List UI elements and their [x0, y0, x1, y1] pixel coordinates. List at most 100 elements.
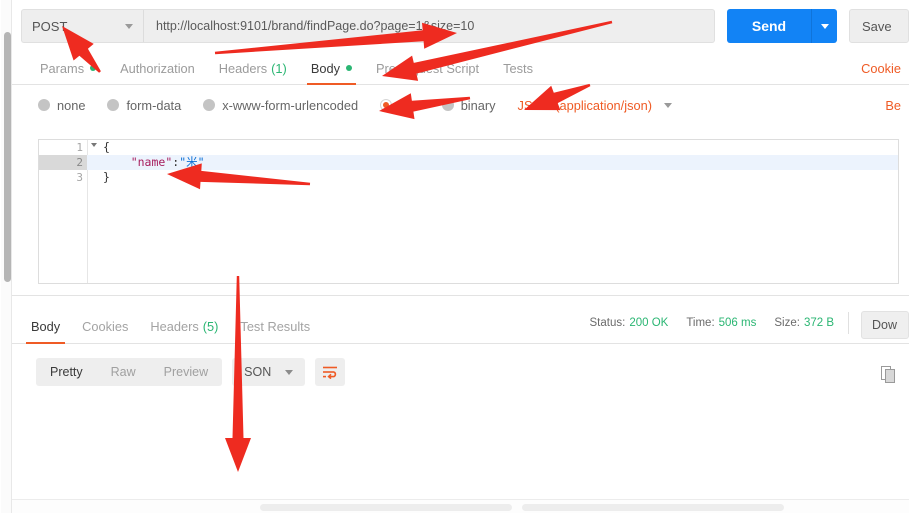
size-label: Size: [774, 317, 800, 329]
view-mode-preview[interactable]: Preview [150, 358, 222, 386]
size-value: 372 B [803, 317, 834, 329]
response-pane: Body Cookies Headers (5) Test Results St… [12, 296, 909, 513]
time-label: Time: [686, 317, 715, 329]
response-tab-body-label: Body [31, 319, 61, 334]
response-view-mode-group: Pretty Raw Preview [36, 358, 223, 386]
content-type-label: JSON (application/json) [517, 97, 652, 113]
save-button[interactable]: Save [849, 9, 909, 43]
response-format-label: SON [244, 365, 272, 379]
code-text: } [87, 170, 898, 185]
cookies-link[interactable]: Cookie [861, 61, 901, 76]
radio-icon [203, 99, 216, 111]
line-number: 1 [39, 140, 97, 155]
response-tab-headers-count: (5) [202, 319, 219, 334]
download-button[interactable]: Dow [861, 311, 909, 339]
tab-tests[interactable]: Tests [491, 52, 545, 84]
tab-pre-request-script[interactable]: Pre-request Script [364, 52, 491, 84]
tab-body[interactable]: Body [299, 52, 364, 85]
response-tab-test-results[interactable]: Test Results [229, 310, 321, 343]
radio-selected-icon [380, 99, 393, 111]
chevron-down-icon [820, 23, 829, 29]
status-dot-icon [345, 65, 352, 71]
request-url-input[interactable]: http://localhost:9101/brand/findPage.do?… [143, 9, 715, 43]
body-type-none[interactable]: none [38, 98, 85, 113]
tab-headers-label: Headers [218, 60, 268, 76]
body-type-form-data[interactable]: form-data [107, 98, 181, 113]
postman-window: POST http://localhost:9101/brand/findPag… [0, 0, 909, 513]
time-badge: Time: 506 ms [682, 317, 756, 329]
tab-tests-label: Tests [503, 60, 533, 76]
view-mode-pretty[interactable]: Pretty [36, 358, 97, 386]
word-wrap-button[interactable] [315, 358, 346, 386]
fold-toggle-icon[interactable] [91, 143, 97, 147]
request-pane: POST http://localhost:9101/brand/findPag… [12, 0, 909, 296]
body-type-raw-label: raw [399, 97, 420, 113]
url-bar: POST http://localhost:9101/brand/findPag… [12, 0, 909, 52]
code-token: "米" [179, 155, 205, 169]
chevron-down-icon [285, 369, 294, 375]
body-type-binary-label: binary [460, 97, 496, 113]
tab-pre-request-script-label: Pre-request Script [375, 60, 480, 76]
code-token: } [103, 170, 110, 184]
tab-headers-count: (1) [271, 60, 287, 76]
scrollbar-thumb[interactable] [260, 504, 512, 511]
copy-button[interactable] [881, 366, 897, 384]
response-tab-headers[interactable]: Headers (5) [139, 310, 229, 343]
tab-authorization-label: Authorization [120, 60, 195, 76]
body-type-radio-group: none form-data x-www-form-urlencoded raw… [12, 85, 909, 125]
app-vertical-scrollbar[interactable] [1, 0, 12, 513]
chevron-down-icon [663, 102, 672, 108]
request-tabs: Params Authorization Headers (1) Body Pr… [12, 52, 909, 85]
line-number: 3 [76, 171, 83, 184]
word-wrap-icon [323, 366, 338, 379]
size-badge: Size: 372 B [770, 317, 834, 329]
response-tab-body[interactable]: Body [20, 310, 71, 344]
response-toolbar: Pretty Raw Preview SON [12, 352, 909, 392]
body-type-urlencoded[interactable]: x-www-form-urlencoded [203, 98, 358, 113]
radio-icon [107, 99, 120, 111]
content-type-select[interactable]: JSON (application/json) [518, 98, 672, 113]
send-button[interactable]: Send [727, 9, 811, 43]
code-text: { [87, 140, 898, 155]
status-badge: Status: 200 OK [586, 317, 669, 329]
body-type-none-label: none [57, 97, 86, 113]
body-type-binary[interactable]: binary [441, 97, 496, 113]
response-tab-headers-label: Headers [150, 319, 199, 334]
request-body-code[interactable]: 1{2 "name":"米" 3} [39, 140, 898, 185]
beautify-link[interactable]: Be [885, 98, 901, 113]
tab-params-label: Params [40, 60, 85, 76]
line-number: 2 [39, 155, 87, 170]
status-value: 200 OK [629, 317, 669, 329]
radio-icon [441, 99, 454, 111]
request-body-editor[interactable]: 1{2 "name":"米" 3} [38, 139, 899, 284]
body-type-form-data-label: form-data [126, 97, 182, 113]
tab-authorization[interactable]: Authorization [108, 52, 207, 84]
radio-icon [38, 99, 50, 111]
code-token: { [103, 140, 110, 154]
code-text: "name":"米" [87, 155, 898, 170]
status-dot-icon [90, 65, 97, 71]
body-type-raw[interactable]: raw [380, 98, 420, 113]
time-value: 506 ms [718, 317, 757, 329]
http-method-select[interactable]: POST [21, 9, 143, 43]
tab-headers[interactable]: Headers (1) [207, 52, 299, 84]
code-token: "name" [130, 155, 173, 169]
response-tab-test-results-label: Test Results [240, 319, 311, 334]
code-line[interactable]: 2 "name":"米" [39, 155, 898, 170]
copy-icon [881, 366, 895, 383]
code-line[interactable]: 1{ [39, 140, 898, 155]
tab-body-label: Body [310, 60, 340, 76]
code-line[interactable]: 3} [39, 170, 898, 185]
response-format-select[interactable]: SON [232, 358, 306, 386]
body-type-urlencoded-label: x-www-form-urlencoded [222, 97, 359, 113]
view-mode-raw[interactable]: Raw [97, 358, 150, 386]
response-horizontal-scrollbar[interactable] [12, 499, 909, 513]
response-tab-cookies[interactable]: Cookies [71, 310, 139, 343]
scrollbar-thumb[interactable] [522, 504, 784, 511]
tab-params[interactable]: Params [28, 52, 108, 84]
scrollbar-thumb[interactable] [4, 32, 11, 282]
send-options-button[interactable] [811, 9, 837, 43]
divider [848, 312, 849, 334]
http-method-label: POST [32, 18, 68, 34]
